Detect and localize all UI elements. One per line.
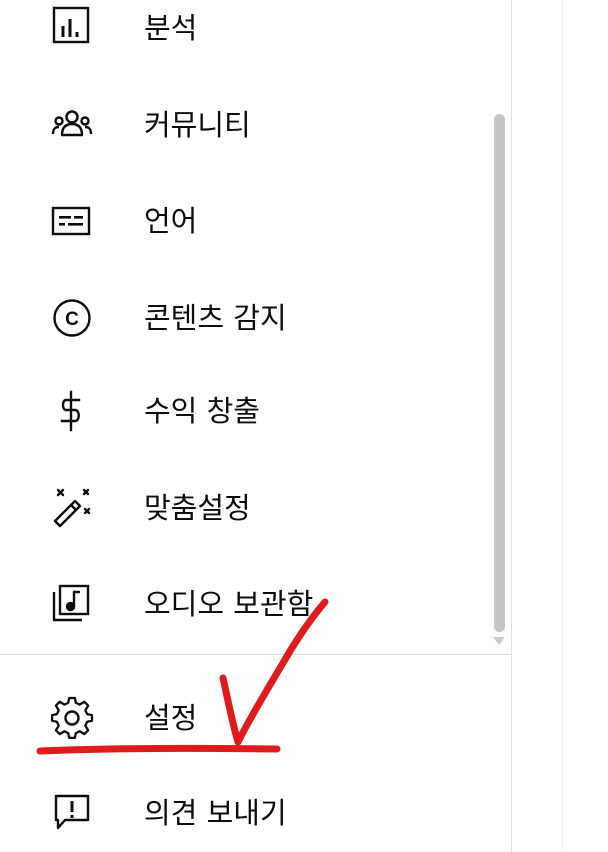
feedback-icon <box>50 791 94 835</box>
sidebar-item-send-feedback[interactable]: 의견 보내기 <box>0 777 490 849</box>
sidebar-scrollbar[interactable] <box>490 108 510 650</box>
sidebar-item-community[interactable]: 커뮤니티 <box>0 89 490 161</box>
sidebar-item-customization[interactable]: 맞춤설정 <box>0 472 490 544</box>
sidebar-item-settings[interactable]: 설정 <box>0 682 490 754</box>
scrollbar-thumb[interactable] <box>494 114 505 632</box>
content-divider-line <box>562 0 563 852</box>
sidebar-item-label: 커뮤니티 <box>144 108 251 142</box>
sidebar-item-analytics[interactable]: 분석 <box>0 0 490 64</box>
sidebar-item-label: 분석 <box>144 11 198 45</box>
gear-icon <box>50 696 94 740</box>
dollar-icon <box>50 389 94 433</box>
audio-library-icon <box>50 582 94 626</box>
sidebar-item-label: 설정 <box>144 701 198 735</box>
sidebar-item-languages[interactable]: 언어 <box>0 185 490 257</box>
svg-text:C: C <box>65 309 79 330</box>
scroll-down-arrow-icon[interactable] <box>493 637 505 645</box>
sidebar-divider <box>0 654 511 655</box>
sidebar-item-label: 콘텐츠 감지 <box>144 301 287 335</box>
analytics-icon <box>50 6 94 50</box>
sidebar-border <box>511 0 512 852</box>
sidebar-item-label: 언어 <box>144 204 198 238</box>
sidebar-item-audio-library[interactable]: 오디오 보관함 <box>0 568 490 640</box>
subtitles-icon <box>50 199 94 243</box>
community-icon <box>50 103 94 147</box>
sidebar-item-label: 맞춤설정 <box>144 491 251 525</box>
sidebar-item-label: 의견 보내기 <box>144 796 287 830</box>
sidebar-item-label: 오디오 보관함 <box>144 587 314 621</box>
magic-wand-icon <box>50 486 94 530</box>
copyright-icon: C <box>50 296 94 340</box>
sidebar-item-label: 수익 창출 <box>144 394 260 428</box>
sidebar-item-content-detection[interactable]: C 콘텐츠 감지 <box>0 282 490 354</box>
studio-sidebar: 분석 커뮤니티 언어 C 콘텐츠 감지 수익 창출 맞춤설정 오디오 보관함 설… <box>0 0 511 852</box>
sidebar-item-monetization[interactable]: 수익 창출 <box>0 375 490 447</box>
